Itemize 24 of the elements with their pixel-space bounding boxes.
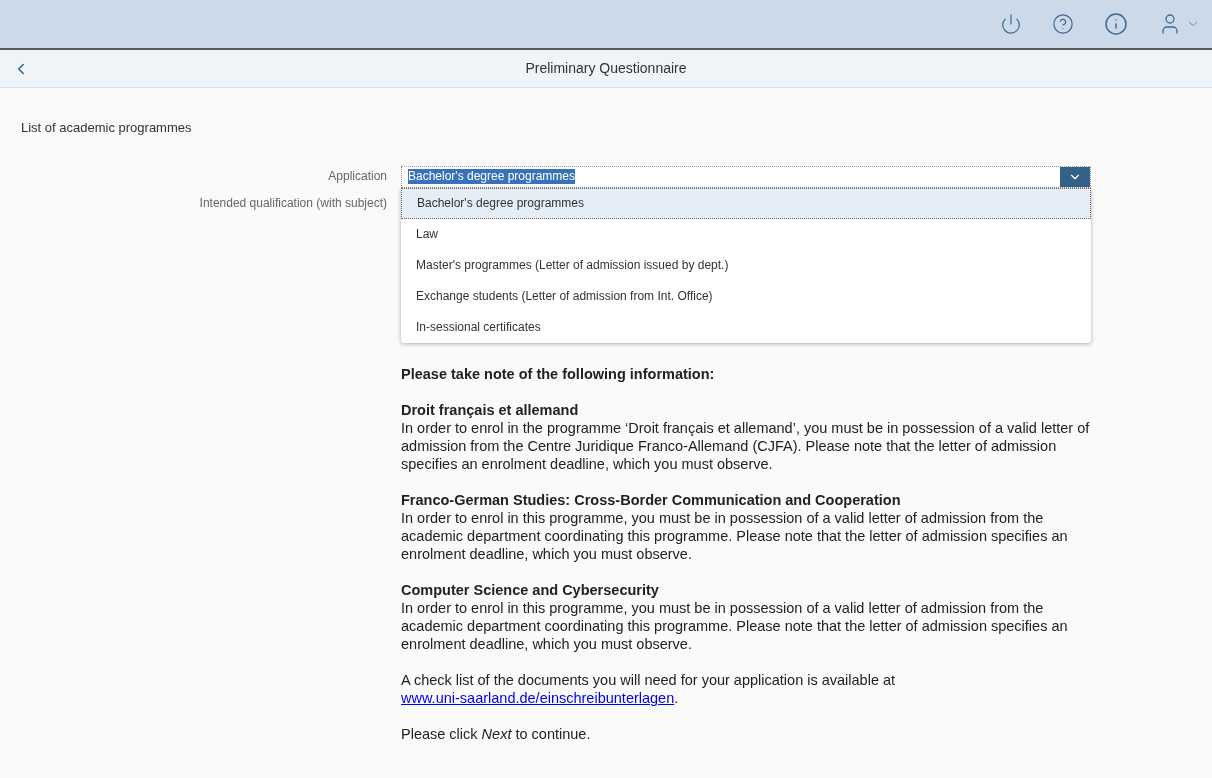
dropdown-option[interactable]: In-sessional certificates xyxy=(401,311,1091,343)
program-title: Franco-German Studies: Cross-Border Communication and Cooperation xyxy=(401,490,902,509)
page-title: Preliminary Questionnaire xyxy=(525,59,687,78)
dropdown-arrow-button[interactable] xyxy=(1060,166,1090,187)
selected-value: Bachelor's degree programmes xyxy=(408,169,576,184)
dropdown-option[interactable]: Law xyxy=(401,218,1091,250)
program-title: Droit français et allemand xyxy=(401,400,580,419)
dropdown-option[interactable]: Master's programmes (Letter of admission issued by dept.) xyxy=(401,249,1091,281)
application-label: Application xyxy=(328,167,387,185)
info-icon xyxy=(1104,12,1128,36)
checklist-text: A check list of the documents you will need for your application is available at www.uni-saarland.de/einschreibunterlagen. xyxy=(401,670,897,707)
info-heading: Please take note of the following information: xyxy=(401,364,716,383)
section-title: List of academic programmes xyxy=(21,119,193,137)
power-icon xyxy=(1000,13,1022,35)
application-dropdown[interactable]: Bachelor's degree programmes xyxy=(401,165,1091,188)
dropdown-option[interactable]: Bachelor's degree programmes xyxy=(401,187,1091,219)
program-description: In order to enrol in this programme, you must be in possession of a valid letter of admission from the academic department coordinating this programme. Please note that the letter of admission specifies an enrolment deadline, which you must observe. xyxy=(401,598,1069,653)
program-title: Computer Science and Cybersecurity xyxy=(401,580,660,599)
dropdown-option[interactable]: Exchange students (Letter of admission from Int. Office) xyxy=(401,280,1091,312)
help-icon xyxy=(1052,13,1074,35)
continue-text: Please click Next to continue. xyxy=(401,724,592,743)
program-description: In order to enrol in this programme, you must be in possession of a valid letter of admission from the academic department coordinating this programme. Please note that the letter of admission specifies an enrolment deadline, which you must observe. xyxy=(401,508,1069,563)
qualification-label: Intended qualification (with subject) xyxy=(199,194,387,212)
program-description: In order to enrol in the programme ‘Droit français et allemand’, you must be in possession of a valid letter of admission from the Centre Juridique Franco-Allemand (CJFA). Please note that the letter of admission specifies an enrolment deadline, which you must observe. xyxy=(401,418,1091,473)
